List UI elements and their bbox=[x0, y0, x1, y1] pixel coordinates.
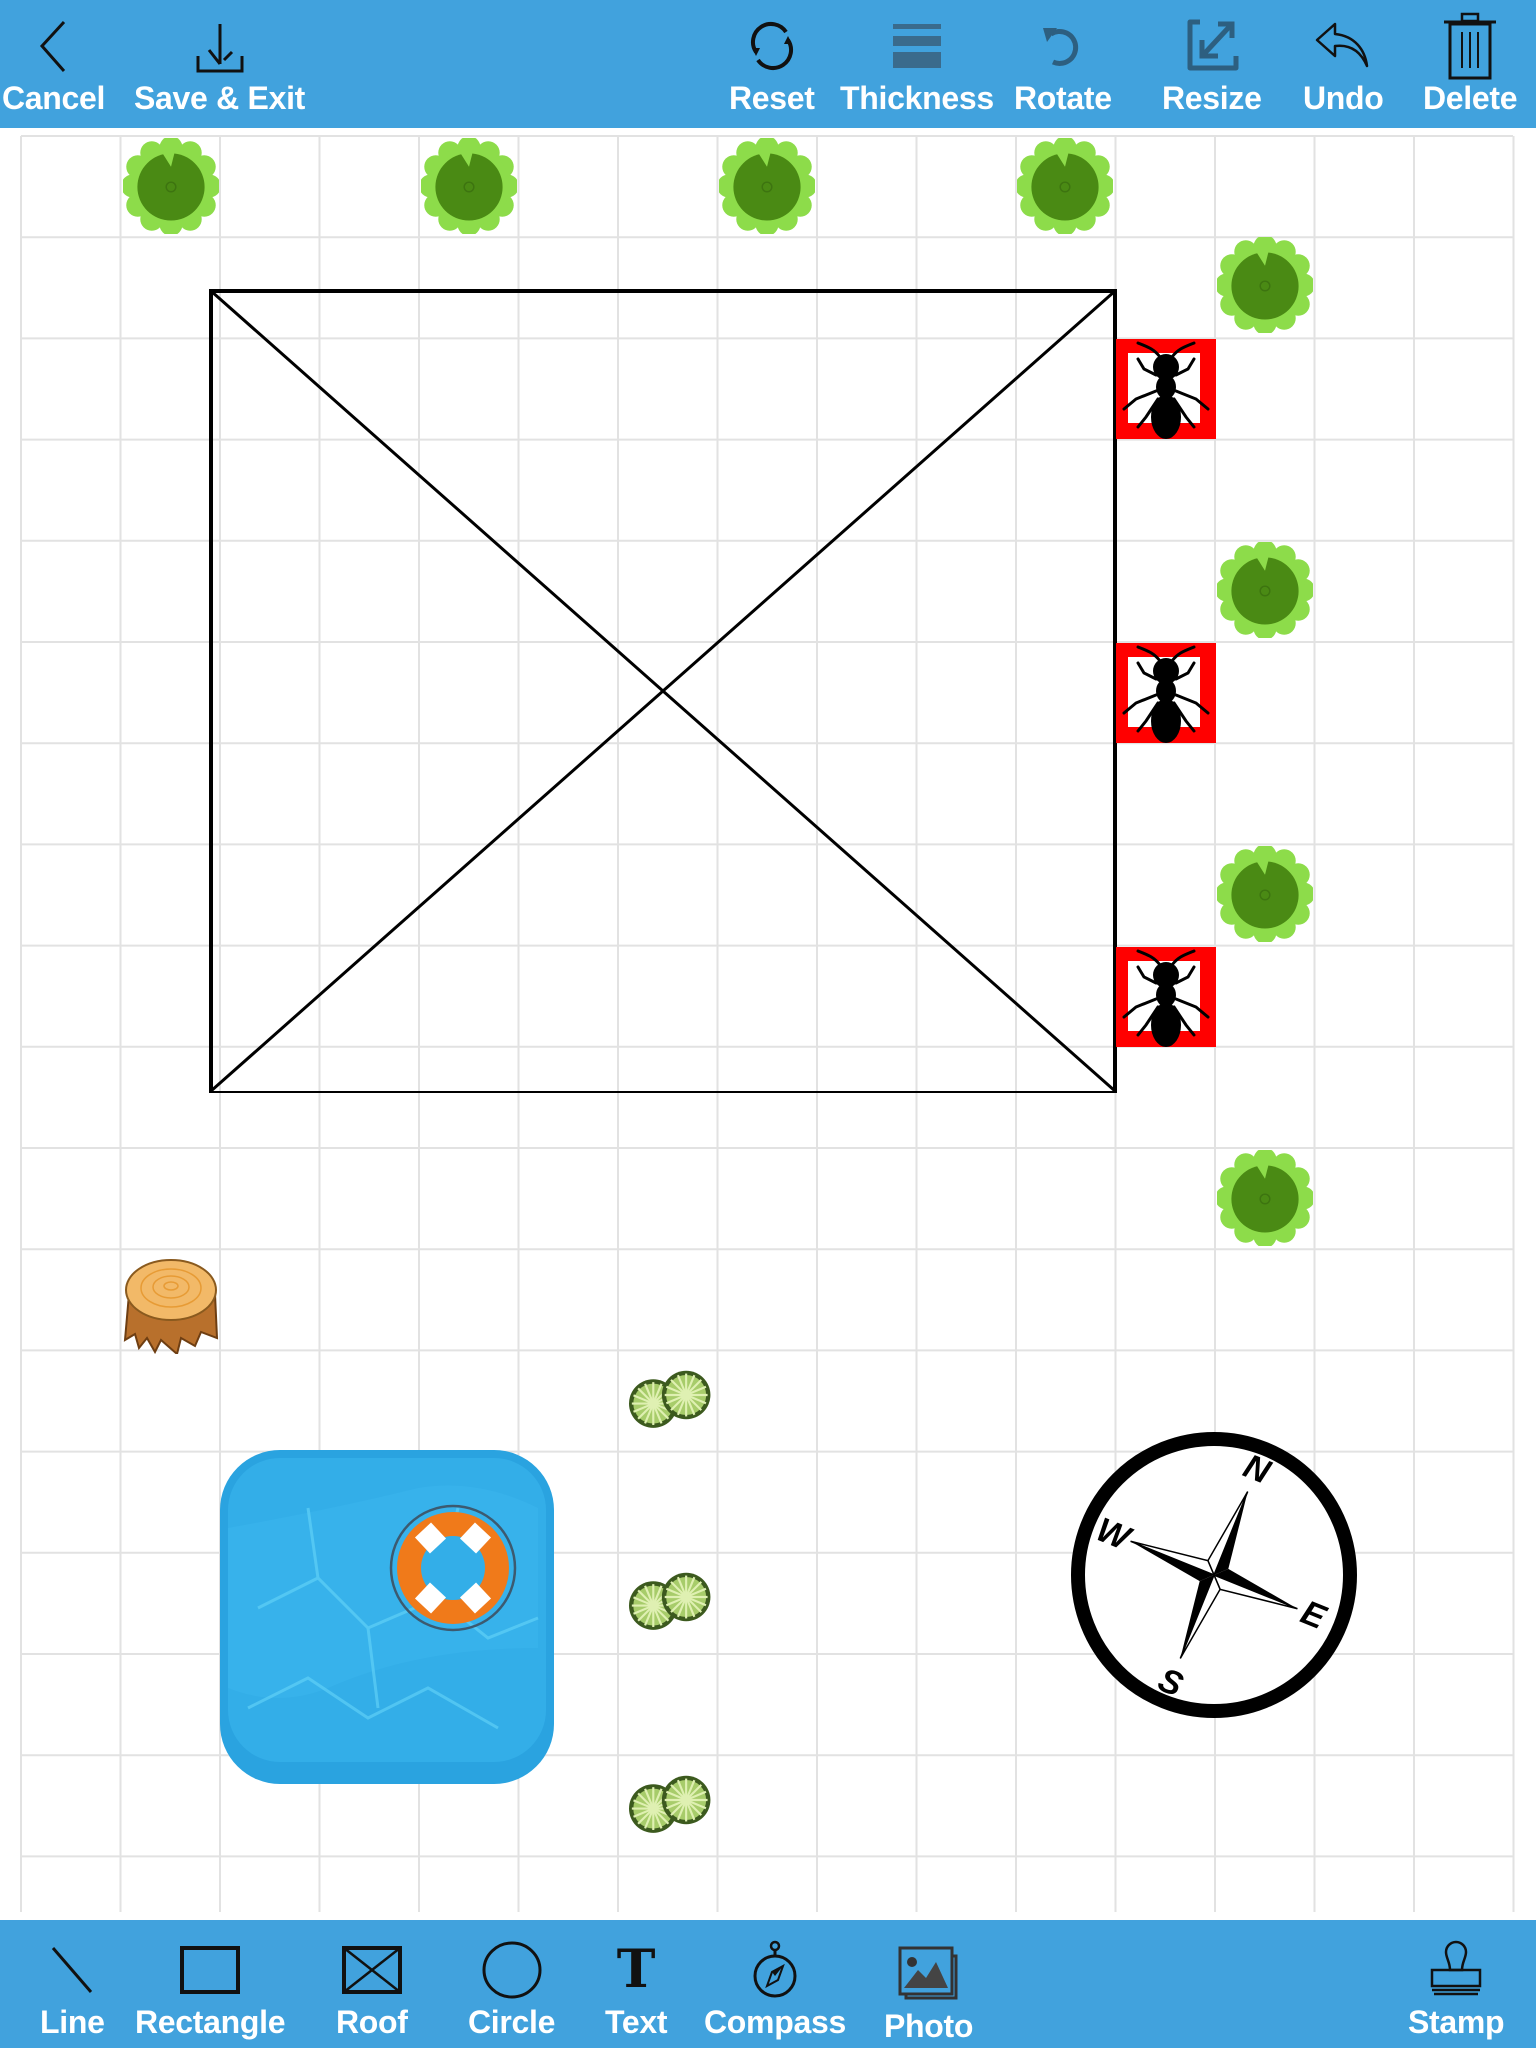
text-icon: T bbox=[616, 1939, 656, 2000]
pool-stamp[interactable] bbox=[218, 1448, 558, 1788]
resize-label: Resize bbox=[1162, 80, 1262, 116]
tree-stamp[interactable] bbox=[1217, 237, 1313, 333]
reset-label: Reset bbox=[729, 80, 815, 116]
rectangle-label: Rectangle bbox=[135, 2004, 286, 2040]
termite-icon bbox=[1116, 947, 1216, 1047]
roof-icon bbox=[341, 1936, 403, 2004]
photo-icon bbox=[898, 1940, 960, 2008]
download-icon bbox=[192, 12, 248, 80]
termite-stamp[interactable] bbox=[1116, 643, 1216, 743]
tree-icon bbox=[1217, 1150, 1313, 1246]
delete-button[interactable]: Delete bbox=[1423, 12, 1518, 116]
text-label: Text bbox=[605, 2004, 668, 2040]
tree-icon bbox=[1017, 138, 1113, 234]
compass-stamp[interactable]: N E S W bbox=[1069, 1430, 1359, 1720]
cancel-button[interactable]: Cancel bbox=[2, 12, 105, 116]
reset-button[interactable]: Reset bbox=[729, 12, 815, 116]
rectangle-tool-button[interactable]: Rectangle bbox=[135, 1936, 286, 2040]
tree-stamp[interactable] bbox=[1017, 138, 1113, 234]
cancel-label: Cancel bbox=[2, 80, 106, 116]
undo-icon bbox=[1313, 12, 1373, 80]
undo-button[interactable]: Undo bbox=[1303, 12, 1384, 116]
tree-stamp[interactable] bbox=[123, 138, 219, 234]
stamp-label: Stamp bbox=[1408, 2004, 1505, 2040]
photo-label: Photo bbox=[884, 2008, 974, 2044]
bottom-toolbar: Line Rectangle Roof Circle T Text Compas… bbox=[0, 1920, 1536, 2048]
thickness-icon bbox=[891, 12, 943, 80]
stamp-tool-button[interactable]: Stamp bbox=[1408, 1936, 1505, 2040]
compass-label: Compass bbox=[704, 2004, 846, 2040]
save-exit-button[interactable]: Save & Exit bbox=[134, 12, 305, 116]
roof-tool-button[interactable]: Roof bbox=[336, 1936, 408, 2040]
tree-stamp[interactable] bbox=[1217, 542, 1313, 638]
compass-icon: N E S W bbox=[1071, 1432, 1357, 1718]
tree-icon bbox=[719, 138, 815, 234]
shrub-stamp[interactable] bbox=[619, 1562, 719, 1642]
circle-icon bbox=[481, 1936, 543, 2004]
trash-icon bbox=[1442, 12, 1498, 80]
save-exit-label: Save & Exit bbox=[134, 80, 306, 116]
shrub-icon bbox=[629, 1370, 711, 1428]
rotate-button[interactable]: Rotate bbox=[1014, 12, 1112, 116]
resize-icon bbox=[1182, 12, 1242, 80]
shrub-stamp[interactable] bbox=[619, 1765, 719, 1845]
tree-icon bbox=[1217, 542, 1313, 638]
line-label: Line bbox=[40, 2004, 105, 2040]
text-tool-button[interactable]: T Text bbox=[605, 1936, 668, 2041]
line-icon bbox=[47, 1936, 97, 2004]
thickness-button[interactable]: Thickness bbox=[840, 12, 994, 116]
rectangle-icon bbox=[179, 1936, 241, 2004]
top-toolbar: Cancel Save & Exit Reset Thickness Rotat… bbox=[0, 0, 1536, 128]
refresh-icon bbox=[742, 12, 802, 80]
termite-stamp[interactable] bbox=[1116, 947, 1216, 1047]
stamp-icon bbox=[1428, 1936, 1484, 2004]
rotate-label: Rotate bbox=[1014, 80, 1112, 116]
tree-icon bbox=[1217, 846, 1313, 942]
termite-icon bbox=[1116, 339, 1216, 439]
drawing-canvas[interactable]: N E S W bbox=[0, 128, 1536, 1920]
line-tool-button[interactable]: Line bbox=[40, 1936, 105, 2040]
tree-icon bbox=[123, 138, 219, 234]
delete-label: Delete bbox=[1423, 80, 1518, 116]
shrub-icon bbox=[629, 1775, 711, 1833]
roof-shape[interactable] bbox=[205, 285, 1121, 1093]
tree-icon bbox=[1217, 237, 1313, 333]
termite-stamp[interactable] bbox=[1116, 339, 1216, 439]
pool-icon bbox=[220, 1450, 554, 1784]
tree-stamp[interactable] bbox=[1217, 846, 1313, 942]
tree-stamp[interactable] bbox=[719, 138, 815, 234]
rotate-icon bbox=[1033, 12, 1093, 80]
resize-button[interactable]: Resize bbox=[1162, 12, 1262, 116]
tree-stamp[interactable] bbox=[421, 138, 517, 234]
compass-icon bbox=[750, 1936, 800, 2004]
undo-label: Undo bbox=[1303, 80, 1384, 116]
circle-label: Circle bbox=[468, 2004, 556, 2040]
thickness-label: Thickness bbox=[840, 80, 994, 116]
tree-icon bbox=[421, 138, 517, 234]
roof-label: Roof bbox=[336, 2004, 408, 2040]
compass-tool-button[interactable]: Compass bbox=[704, 1936, 846, 2040]
tree-stamp[interactable] bbox=[1217, 1150, 1313, 1246]
tree-stump-stamp[interactable] bbox=[121, 1254, 221, 1354]
photo-tool-button[interactable]: Photo bbox=[884, 1940, 973, 2044]
circle-tool-button[interactable]: Circle bbox=[468, 1936, 555, 2040]
termite-icon bbox=[1116, 643, 1216, 743]
shrub-icon bbox=[629, 1572, 711, 1630]
chevron-left-icon bbox=[34, 12, 74, 80]
shrub-stamp[interactable] bbox=[619, 1360, 719, 1440]
tree-stump-icon bbox=[123, 1259, 219, 1354]
